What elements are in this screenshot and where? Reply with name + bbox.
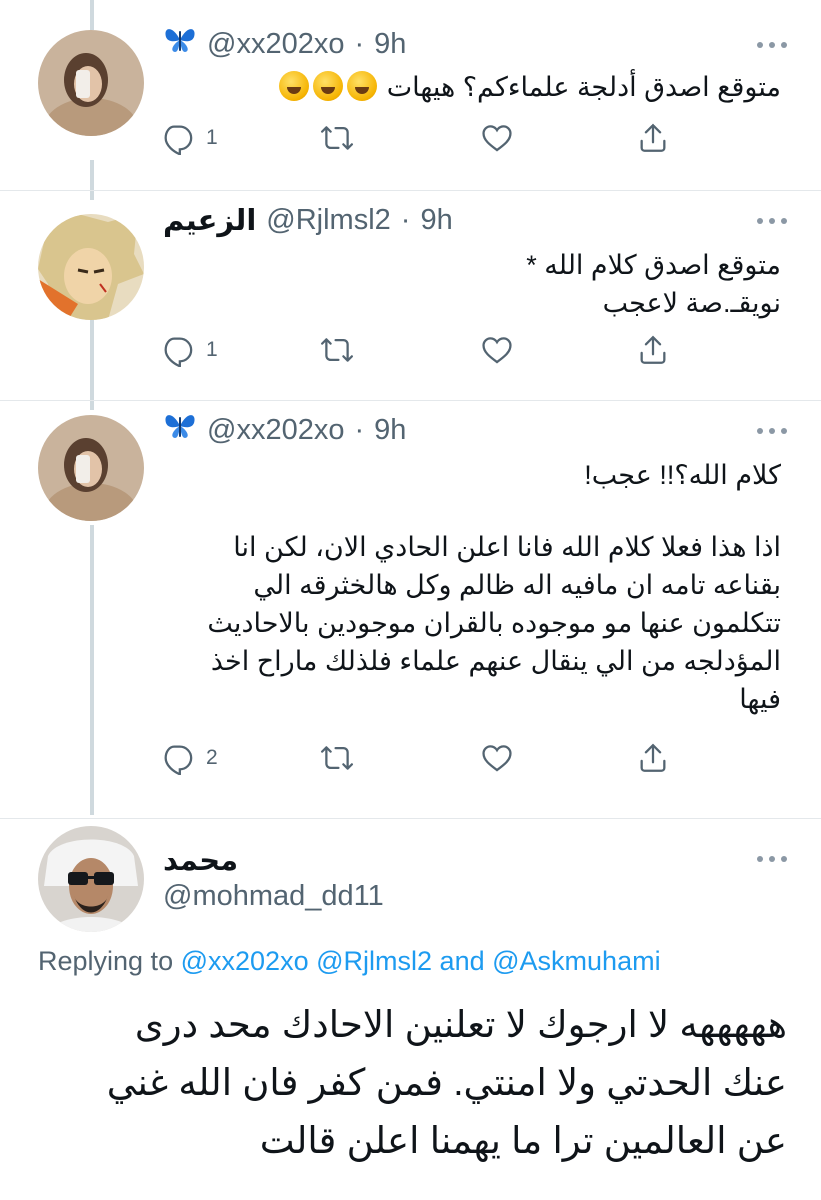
reply-count: 1 bbox=[206, 126, 218, 149]
tweet-actions: 2 bbox=[160, 736, 680, 780]
share-button[interactable] bbox=[636, 741, 670, 775]
retweet-button[interactable] bbox=[320, 121, 354, 155]
tweet-header: محمد bbox=[163, 842, 751, 878]
share-icon bbox=[640, 743, 666, 772]
share-button[interactable] bbox=[636, 121, 670, 155]
tweet-text-line: بقناعه تامه ان مافيه اله ظالم وكل هالخثر… bbox=[253, 570, 781, 600]
reply-button[interactable]: 1 bbox=[160, 333, 218, 367]
heart-icon bbox=[482, 125, 512, 152]
mention-link[interactable]: @Rjlmsl2 bbox=[316, 946, 432, 976]
tweet-actions: 1 bbox=[160, 328, 680, 372]
tweet-text: هههههه لا ارجوك لا تعلنين الاحادك محد در… bbox=[38, 996, 787, 1170]
share-icon bbox=[640, 335, 666, 364]
main-tweet: محمد @mohmad_dd11 Replying to @xx202xo @… bbox=[0, 818, 821, 1200]
user-handle[interactable]: @xx202xo bbox=[207, 414, 344, 447]
reply-icon bbox=[164, 745, 193, 775]
mention-link[interactable]: @xx202xo bbox=[181, 946, 309, 976]
replying-to: Replying to @xx202xo @Rjlmsl2 and @Askmu… bbox=[38, 946, 791, 977]
replying-prefix: Replying to bbox=[38, 946, 174, 976]
like-button[interactable] bbox=[480, 741, 514, 775]
share-button[interactable] bbox=[636, 333, 670, 367]
separator-dot: · bbox=[354, 413, 365, 446]
user-handle[interactable]: @xx202xo bbox=[207, 28, 344, 61]
tweet-text-line: اذا هذا فعلا كلام الله فانا اعلن الحادي … bbox=[233, 532, 781, 562]
tweet-text-line: متوقع اصدق أدلجة علماءكم؟ هيهات bbox=[386, 72, 781, 102]
more-icon[interactable] bbox=[757, 854, 787, 864]
tweet-header: @mohmad_dd11 bbox=[163, 878, 751, 914]
heart-icon bbox=[482, 337, 512, 364]
tweet-header: @xx202xo · 9h bbox=[163, 24, 751, 64]
tweet-text: كلام الله؟!! عجب! اذا هذا فعلا كلام الله… bbox=[163, 456, 781, 718]
timestamp[interactable]: 9h bbox=[374, 414, 406, 447]
more-icon[interactable] bbox=[757, 216, 787, 226]
retweet-icon bbox=[320, 338, 354, 362]
timestamp[interactable]: 9h bbox=[374, 28, 406, 61]
laughing-emoji-icon bbox=[313, 71, 344, 101]
reply-count: 1 bbox=[206, 338, 218, 361]
laughing-emoji-icon bbox=[279, 71, 310, 101]
avatar[interactable] bbox=[38, 30, 144, 136]
avatar[interactable] bbox=[38, 826, 144, 932]
tweet[interactable]: الزعيم @Rjlmsl2 · 9h متوقع اصدق كلام الل… bbox=[0, 190, 821, 400]
separator-dot: · bbox=[400, 203, 411, 236]
display-name[interactable]: الزعيم bbox=[163, 203, 256, 238]
like-button[interactable] bbox=[480, 121, 514, 155]
tweet-header: @xx202xo · 9h bbox=[163, 410, 751, 450]
avatar[interactable] bbox=[38, 415, 144, 521]
tweet-text-line: نويقـ.صة لاعجب bbox=[602, 288, 781, 318]
tweet-header: الزعيم @Rjlmsl2 · 9h bbox=[163, 200, 751, 240]
separator-dot: · bbox=[354, 27, 365, 60]
user-handle[interactable]: @mohmad_dd11 bbox=[163, 880, 384, 913]
tweet[interactable]: @xx202xo · 9h متوقع اصدق أدلجة علماءكم؟ … bbox=[0, 0, 821, 190]
tweet-text-line: عنك الحدتي ولا امنتي. فمن كفر فان الله غ… bbox=[106, 1062, 787, 1103]
retweet-icon bbox=[320, 746, 354, 770]
tweet-text-line: كلام الله؟!! عجب! bbox=[584, 460, 781, 490]
laughing-emoji-icon bbox=[347, 71, 378, 101]
mention-and[interactable]: and bbox=[440, 946, 485, 976]
tweet-text-line: المؤدلجه من الي ينقال عنهم علماء فلذلك م… bbox=[210, 646, 781, 676]
more-icon[interactable] bbox=[757, 40, 787, 50]
more-icon[interactable] bbox=[757, 426, 787, 436]
retweet-button[interactable] bbox=[320, 333, 354, 367]
timestamp[interactable]: 9h bbox=[420, 204, 452, 237]
retweet-button[interactable] bbox=[320, 741, 354, 775]
reply-count: 2 bbox=[206, 746, 218, 769]
reply-icon bbox=[164, 337, 193, 367]
butterfly-icon bbox=[163, 411, 197, 449]
reply-button[interactable]: 2 bbox=[160, 741, 218, 775]
display-name[interactable]: محمد bbox=[163, 843, 238, 878]
reply-button[interactable]: 1 bbox=[160, 121, 218, 155]
tweet-text-line: هههههه لا ارجوك لا تعلنين الاحادك محد در… bbox=[134, 1004, 787, 1045]
tweet-actions: 1 bbox=[160, 116, 680, 160]
like-button[interactable] bbox=[480, 333, 514, 367]
tweet-text-line: تتكلمون عنها مو موجوده بالقران موجودين ب… bbox=[207, 608, 781, 638]
tweet-text: متوقع اصدق أدلجة علماءكم؟ هيهات bbox=[163, 68, 781, 106]
tweet-text-line: عن العالمين ترا ما يهمنا اعلن قالت bbox=[259, 1120, 787, 1161]
user-handle[interactable]: @Rjlmsl2 bbox=[266, 204, 391, 237]
butterfly-icon bbox=[163, 25, 197, 63]
mention-link[interactable]: @Askmuhami bbox=[492, 946, 660, 976]
retweet-icon bbox=[320, 126, 354, 150]
heart-icon bbox=[482, 745, 512, 772]
share-icon bbox=[640, 123, 666, 152]
avatar[interactable] bbox=[38, 214, 144, 320]
reply-icon bbox=[164, 125, 193, 155]
tweet-text-line: متوقع اصدق كلام الله * bbox=[526, 250, 781, 280]
tweet-text-line: فيها bbox=[739, 684, 781, 714]
tweet-text: متوقع اصدق كلام الله * نويقـ.صة لاعجب bbox=[163, 246, 781, 322]
tweet[interactable]: @xx202xo · 9h كلام الله؟!! عجب! اذا هذا … bbox=[0, 400, 821, 820]
